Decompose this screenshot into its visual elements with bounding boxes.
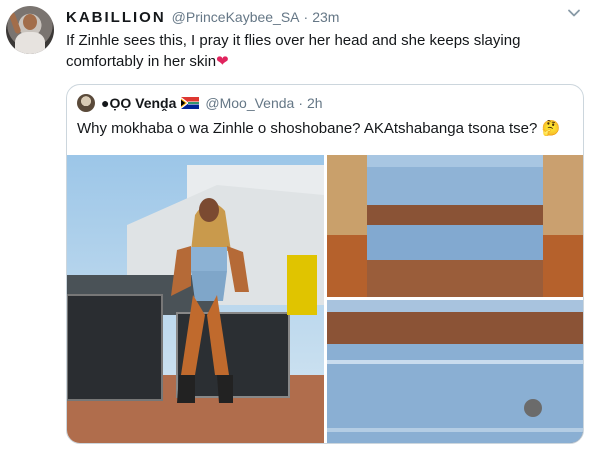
photo-closeup-top[interactable] — [327, 155, 583, 297]
quoted-tweet[interactable]: ●ỌỌ Venḓa @Moo_Venda · 2h Why mokhaba o … — [66, 84, 584, 444]
quoted-display-name[interactable]: ●ỌỌ Venḓa — [101, 95, 176, 111]
display-name[interactable]: KABILLION — [66, 9, 166, 26]
quoted-tweet-header: ●ỌỌ Venḓa @Moo_Venda · 2h — [77, 93, 323, 113]
photo-full-outfit[interactable] — [67, 155, 324, 443]
quoted-tweet-text: Why mokhaba o wa Zinhle o shoshobane? AK… — [77, 119, 573, 137]
tweet-header: KABILLION @PrinceKaybee_SA · 23m — [66, 7, 339, 27]
timestamp[interactable]: 23m — [312, 9, 339, 25]
tweet[interactable]: KABILLION @PrinceKaybee_SA · 23m If Zinh… — [0, 0, 600, 451]
heart-emoji-icon: ❤ — [216, 53, 229, 70]
photo-closeup-bottom[interactable] — [327, 300, 583, 443]
separator-dot: · — [303, 9, 309, 25]
quoted-timestamp[interactable]: 2h — [307, 95, 323, 111]
tweet-text: If Zinhle sees this, I pray it flies ove… — [66, 30, 578, 72]
tweet-text-content: If Zinhle sees this, I pray it flies ove… — [66, 32, 521, 70]
quoted-separator-dot: · — [298, 95, 303, 111]
south-africa-flag-icon — [181, 97, 200, 109]
quoted-user-handle[interactable]: @Moo_Venda — [205, 95, 294, 111]
quoted-avatar[interactable] — [77, 94, 95, 112]
chevron-down-icon[interactable] — [567, 6, 581, 20]
thinking-emoji-icon: 🤔 — [541, 120, 561, 137]
avatar[interactable] — [6, 6, 54, 54]
media-grid — [67, 155, 583, 443]
user-handle[interactable]: @PrinceKaybee_SA — [172, 9, 300, 25]
quoted-tweet-text-content: Why mokhaba o wa Zinhle o shoshobane? AK… — [77, 120, 538, 137]
